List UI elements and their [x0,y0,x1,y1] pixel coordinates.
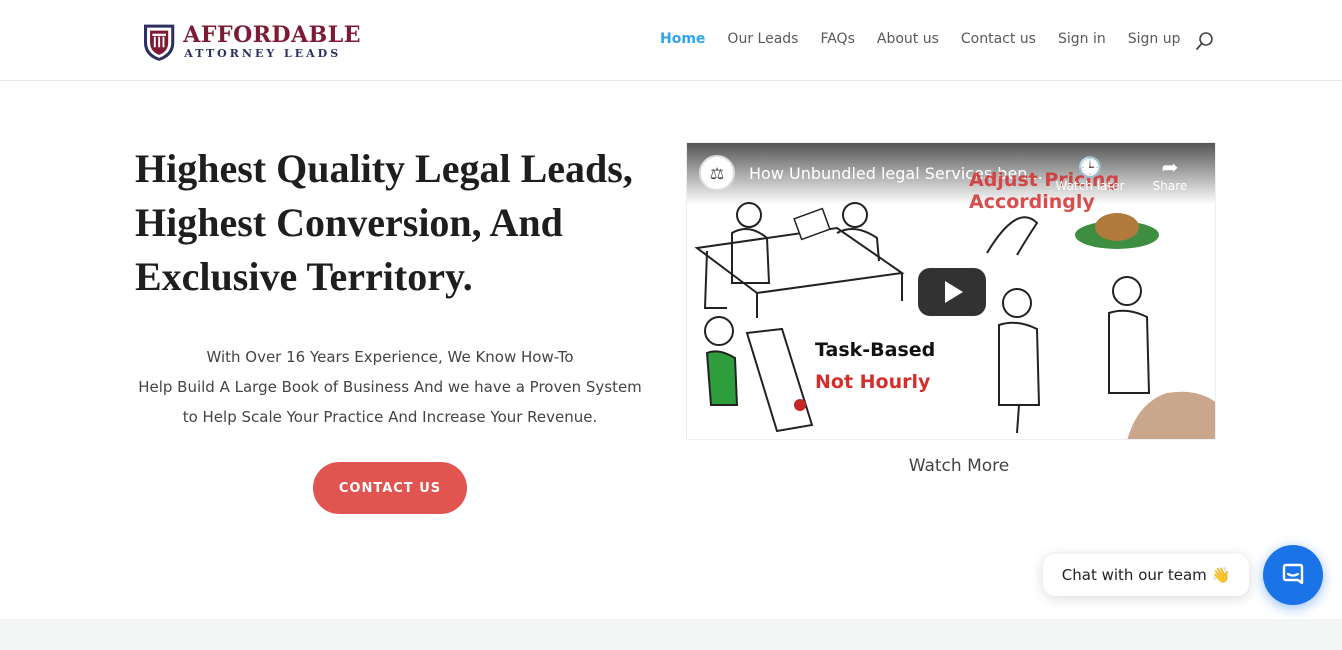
contact-us-button[interactable]: CONTACT US [313,462,467,514]
watch-later-button[interactable]: 🕒 Watch later [1055,155,1125,193]
nav-contact-us[interactable]: Contact us [961,31,1036,47]
share-button[interactable]: ➦ Share [1135,155,1205,193]
clock-icon: 🕒 [1077,155,1103,179]
nav-about-us[interactable]: About us [877,31,939,47]
video-overlay-not-hourly: Not Hourly [815,371,931,393]
channel-avatar-icon[interactable]: ⚖ [699,155,735,191]
main-nav: Home Our Leads FAQs About us Contact us … [660,31,1202,47]
video-overlay-task-based: Task-Based [815,339,936,361]
site-header: AFFORDABLE ATTORNEY LEADS Home Our Leads… [0,0,1342,81]
hero-title: Highest Quality Legal Leads, Highest Con… [135,142,655,304]
site-logo[interactable]: AFFORDABLE ATTORNEY LEADS [141,14,361,70]
hero-subtitle-line-3: to Help Scale Your Practice And Increase… [182,408,598,426]
hero-subtitle: With Over 16 Years Experience, We Know H… [130,342,650,432]
chat-icon [1282,563,1304,585]
watch-more-link[interactable]: Watch More [686,456,1232,476]
share-arrow-icon: ➦ [1161,155,1179,179]
logo-line-2: ATTORNEY LEADS [184,47,342,60]
share-label: Share [1152,179,1188,193]
nav-faqs[interactable]: FAQs [820,31,854,47]
search-icon[interactable] [1195,31,1215,51]
logo-line-1: AFFORDABLE [183,22,361,48]
play-button[interactable] [918,268,986,316]
logo-text: AFFORDABLE ATTORNEY LEADS [183,23,361,61]
play-icon [945,281,963,303]
hero-subtitle-line-1: With Over 16 Years Experience, We Know H… [206,348,574,366]
chat-launcher-button[interactable] [1263,545,1323,605]
hero-subtitle-line-2: Help Build A Large Book of Business And … [138,378,642,396]
watch-later-label: Watch later [1055,179,1125,193]
hero-title-line-1: Highest Quality Legal Leads, [135,146,633,191]
next-section-band [0,619,1342,650]
nav-our-leads[interactable]: Our Leads [727,31,798,47]
hero-title-line-3: Exclusive Territory. [135,254,473,299]
shield-logo-icon [144,24,175,61]
hero-title-line-2: Highest Conversion, And [135,200,563,245]
chat-prompt-bubble[interactable]: Chat with our team 👋 [1043,554,1249,596]
nav-sign-up[interactable]: Sign up [1128,31,1181,47]
nav-home[interactable]: Home [660,31,705,47]
nav-sign-in[interactable]: Sign in [1058,31,1106,47]
video-player[interactable]: ⚖ How Unbundled legal Services ben... Ad… [686,142,1216,440]
